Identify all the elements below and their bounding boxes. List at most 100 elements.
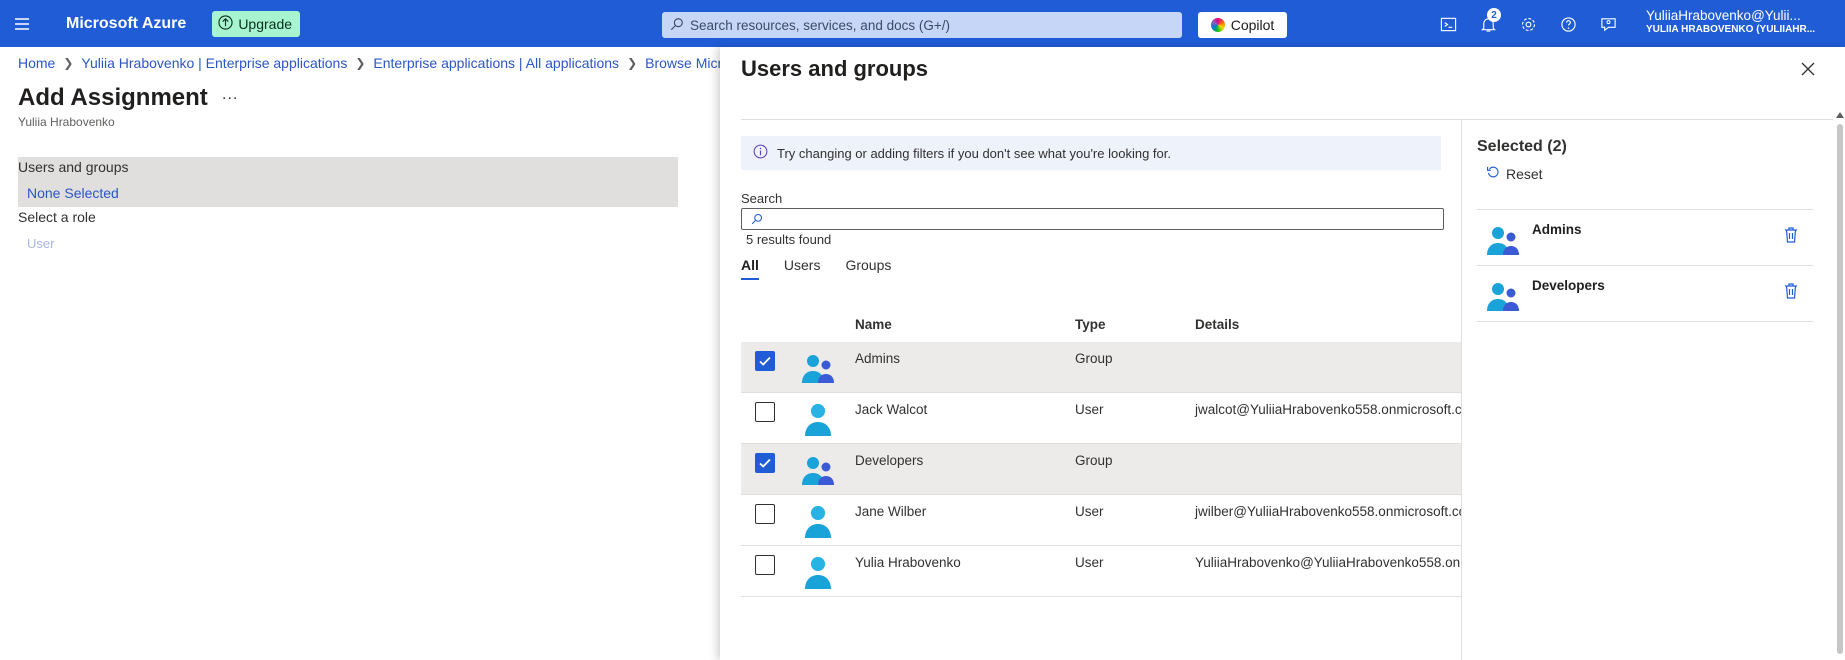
tab-groups[interactable]: Groups [845, 257, 891, 280]
row-details: jwilber@YuliiaHrabovenko558.onmicrosoft.… [1195, 504, 1461, 519]
row-name: Admins [855, 351, 901, 366]
info-banner: Try changing or adding filters if you do… [741, 136, 1441, 170]
gear-icon[interactable] [1514, 9, 1542, 39]
row-type: Group [1075, 453, 1113, 468]
divider [741, 119, 1833, 120]
breadcrumb-home[interactable]: Home [18, 55, 55, 71]
tab-all[interactable]: All [741, 257, 759, 280]
search-placeholder: Search resources, services, and docs (G+… [690, 17, 950, 33]
row-details: jwalcot@YuliiaHrabovenko558.onmicrosoft.… [1195, 402, 1461, 417]
row-type: User [1075, 402, 1104, 417]
notification-badge: 2 [1487, 8, 1501, 22]
table-row[interactable]: Jack Walcot User jwalcot@YuliiaHrabovenko5… [741, 393, 1461, 444]
page-subtitle: Yuliia Hrabovenko [18, 115, 115, 129]
info-icon [753, 144, 768, 162]
selected-list: Admins Developers [1477, 209, 1813, 322]
page-title: Add Assignment [18, 84, 208, 111]
users-groups-field[interactable]: Users and groups None Selected [18, 157, 678, 207]
copilot-button[interactable]: Copilot [1198, 12, 1287, 38]
reset-button[interactable]: Reset [1486, 165, 1543, 182]
reset-icon [1486, 165, 1500, 182]
copilot-label: Copilot [1230, 17, 1275, 33]
results-count: 5 results found [746, 232, 832, 247]
selected-item: Admins [1477, 210, 1813, 266]
user-avatar-icon [799, 552, 837, 590]
hamburger-icon[interactable] [0, 0, 44, 47]
tab-users[interactable]: Users [784, 257, 821, 280]
results-table: Name Type Details Admins Group Jack Walcot… [741, 300, 1461, 597]
row-type: User [1075, 555, 1104, 570]
row-checkbox[interactable] [755, 351, 775, 371]
users-groups-value[interactable]: None Selected [27, 185, 119, 201]
column-details[interactable]: Details [1195, 317, 1239, 332]
group-avatar-icon [799, 348, 837, 386]
trash-icon[interactable] [1783, 282, 1799, 300]
bell-icon[interactable]: 2 [1474, 8, 1502, 39]
account-email: YuliiaHrabovenko@Yulii... [1646, 8, 1801, 23]
selected-item-name: Developers [1532, 278, 1605, 293]
close-icon[interactable] [1800, 61, 1820, 81]
more-options-icon[interactable]: ... [222, 86, 238, 104]
trash-icon[interactable] [1783, 226, 1799, 244]
brand-title[interactable]: Microsoft Azure [66, 15, 186, 33]
table-row[interactable]: Developers Group [741, 444, 1461, 495]
row-type: Group [1075, 351, 1113, 366]
role-value[interactable]: User [27, 236, 54, 251]
filter-tabs: All Users Groups [741, 257, 891, 280]
search-label: Search [741, 191, 783, 206]
row-type: User [1075, 504, 1104, 519]
users-groups-panel: Users and groups Try changing or adding … [720, 47, 1845, 660]
group-avatar-icon [799, 450, 837, 488]
table-header: Name Type Details [741, 300, 1461, 342]
row-checkbox[interactable] [755, 504, 775, 524]
role-label: Select a role [18, 209, 96, 225]
row-name: Yulia Hrabovenko [855, 555, 961, 570]
column-type[interactable]: Type [1075, 317, 1106, 332]
chevron-right-icon: ❯ [355, 56, 366, 70]
row-name: Developers [855, 453, 924, 468]
info-text: Try changing or adding filters if you do… [777, 145, 1171, 161]
row-checkbox[interactable] [755, 453, 775, 473]
table-row[interactable]: Admins Group [741, 342, 1461, 393]
global-search-input[interactable]: Search resources, services, and docs (G+… [662, 12, 1182, 38]
reset-label: Reset [1506, 165, 1543, 182]
help-icon[interactable] [1554, 9, 1582, 39]
table-row[interactable]: Jane Wilber User jwilber@YuliiaHrabovenko5… [741, 495, 1461, 546]
scrollbar[interactable] [1835, 112, 1845, 660]
panel-title: Users and groups [741, 56, 929, 81]
account-tenant: YULIIA HRABOVENKO (YULIIAHR... [1646, 23, 1816, 35]
group-avatar-icon [1484, 220, 1522, 258]
chevron-right-icon: ❯ [627, 56, 638, 70]
search-input[interactable] [741, 208, 1444, 230]
selected-item: Developers [1477, 266, 1813, 322]
row-details: YuliiaHrabovenko@YuliiaHrabovenko558.onm… [1195, 555, 1461, 570]
selected-item-name: Admins [1532, 222, 1582, 237]
table-row[interactable]: Yulia Hrabovenko User YuliiaHrabovenko@Yul… [741, 546, 1461, 597]
feedback-icon[interactable] [1594, 9, 1622, 39]
account-menu[interactable]: YuliiaHrabovenko@Yulii... YULIIA HRABOVE… [1646, 8, 1836, 35]
breadcrumb: Home ❯ Yuliia Hrabovenko | Enterprise ap… [18, 55, 745, 71]
users-groups-label: Users and groups [18, 159, 129, 175]
cloud-shell-icon[interactable] [1434, 9, 1462, 39]
scroll-up-arrow[interactable] [1836, 112, 1844, 118]
user-avatar-icon [799, 399, 837, 437]
copilot-icon [1210, 18, 1225, 32]
top-bar: Microsoft Azure Upgrade Search resources… [0, 0, 1845, 47]
breadcrumb-enterprise-applications[interactable]: Yuliia Hrabovenko | Enterprise applicati… [81, 55, 347, 71]
divider [1461, 119, 1462, 660]
row-name: Jane Wilber [855, 504, 927, 519]
row-checkbox[interactable] [755, 402, 775, 422]
row-checkbox[interactable] [755, 555, 775, 575]
selected-title: Selected (2) [1477, 138, 1567, 155]
upgrade-label: Upgrade [238, 15, 293, 32]
breadcrumb-all-applications[interactable]: Enterprise applications | All applicatio… [373, 55, 619, 71]
user-avatar-icon [799, 501, 837, 539]
search-icon [670, 17, 684, 34]
upgrade-button[interactable]: Upgrade [212, 10, 301, 37]
column-name[interactable]: Name [855, 317, 892, 332]
row-name: Jack Walcot [855, 402, 928, 417]
group-avatar-icon [1484, 276, 1522, 314]
upgrade-icon [218, 14, 233, 33]
chevron-right-icon: ❯ [63, 56, 74, 70]
scrollbar-thumb[interactable] [1837, 124, 1843, 654]
